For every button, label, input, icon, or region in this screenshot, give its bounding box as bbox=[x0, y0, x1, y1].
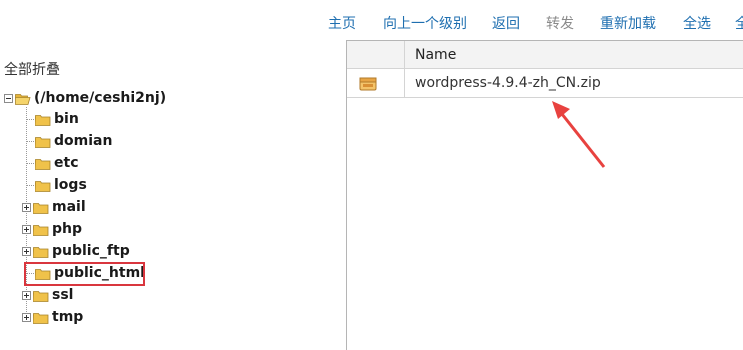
folder-icon bbox=[33, 224, 49, 236]
tree-item-label[interactable]: bin bbox=[54, 111, 79, 127]
up-one-level-button[interactable]: 向上一个级别 bbox=[383, 13, 467, 33]
tree-item-mail[interactable]: mail bbox=[22, 197, 86, 217]
select-all-button[interactable]: 全选 bbox=[683, 13, 711, 33]
tree-item-label[interactable]: ssl bbox=[52, 287, 73, 303]
file-row[interactable]: wordpress-4.9.4-zh_CN.zip bbox=[347, 69, 743, 98]
tree-connector bbox=[26, 119, 34, 120]
folder-icon bbox=[35, 136, 51, 148]
tree-item-bin[interactable]: bin bbox=[26, 109, 79, 129]
tree-root[interactable]: (/home/ceshi2nj) bbox=[4, 88, 166, 108]
tree-item-etc[interactable]: etc bbox=[26, 153, 79, 173]
tree-item-logs[interactable]: logs bbox=[26, 175, 87, 195]
file-list-pane: Name wordpress-4.9.4-zh_CN.zip bbox=[346, 40, 743, 350]
reload-button[interactable]: 重新加载 bbox=[600, 13, 656, 33]
forward-button[interactable]: 转发 bbox=[546, 13, 574, 33]
home-button[interactable]: 主页 bbox=[328, 13, 356, 33]
name-column-header[interactable]: Name bbox=[415, 47, 456, 63]
collapse-toggle-icon[interactable] bbox=[4, 93, 13, 103]
file-icon-cell bbox=[347, 69, 405, 97]
highlight-annotation-box bbox=[24, 262, 145, 286]
folder-icon bbox=[35, 158, 51, 170]
folder-icon bbox=[35, 114, 51, 126]
tree-item-public-ftp[interactable]: public_ftp bbox=[22, 241, 130, 261]
tree-item-ssl[interactable]: ssl bbox=[22, 285, 73, 305]
tree-item-domian[interactable]: domian bbox=[26, 131, 112, 151]
folder-icon bbox=[35, 180, 51, 192]
file-list-header: Name bbox=[347, 41, 743, 69]
open-folder-icon bbox=[15, 93, 31, 105]
unselect-all-button[interactable]: 全 bbox=[735, 13, 743, 33]
collapse-all-link[interactable]: 全部折叠 bbox=[4, 59, 60, 79]
expand-toggle-icon[interactable] bbox=[22, 312, 31, 322]
folder-icon bbox=[33, 312, 49, 324]
tree-item-label[interactable]: php bbox=[52, 221, 82, 237]
folder-icon bbox=[33, 290, 49, 302]
tree-item-label[interactable]: domian bbox=[54, 133, 112, 149]
tree-item-label[interactable]: etc bbox=[54, 155, 79, 171]
toolbar: 主页 向上一个级别 返回 转发 重新加载 全选 全 bbox=[0, 13, 743, 37]
folder-icon bbox=[33, 246, 49, 258]
tree-connector bbox=[26, 141, 34, 142]
tree-item-tmp[interactable]: tmp bbox=[22, 307, 83, 327]
expand-toggle-icon[interactable] bbox=[22, 246, 31, 256]
expand-toggle-icon[interactable] bbox=[22, 290, 31, 300]
folder-icon bbox=[33, 202, 49, 214]
tree-connector bbox=[26, 185, 34, 186]
tree-connector bbox=[26, 163, 34, 164]
tree-item-label[interactable]: mail bbox=[52, 199, 86, 215]
icon-column-header[interactable] bbox=[347, 41, 405, 69]
annotation-arrow-icon bbox=[552, 101, 606, 168]
file-name[interactable]: wordpress-4.9.4-zh_CN.zip bbox=[415, 75, 601, 91]
tree-item-label[interactable]: tmp bbox=[52, 309, 83, 325]
back-button[interactable]: 返回 bbox=[492, 13, 520, 33]
tree-item-label[interactable]: public_ftp bbox=[52, 243, 130, 259]
expand-toggle-icon[interactable] bbox=[22, 224, 31, 234]
zip-archive-icon bbox=[359, 76, 377, 95]
expand-toggle-icon[interactable] bbox=[22, 202, 31, 212]
root-folder-label[interactable]: (/home/ceshi2nj) bbox=[34, 90, 166, 106]
tree-item-label[interactable]: logs bbox=[54, 177, 87, 193]
tree-item-php[interactable]: php bbox=[22, 219, 82, 239]
